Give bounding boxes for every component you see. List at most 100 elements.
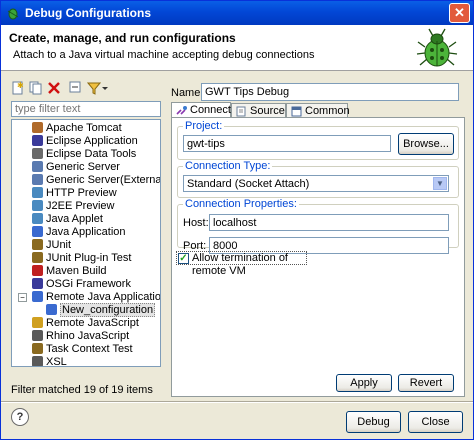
name-field[interactable]: GWT Tips Debug: [201, 83, 459, 101]
connect-tab-panel: Project: gwt-tips Browse... Connection T…: [171, 117, 465, 397]
tree-item[interactable]: HTTP Preview: [32, 187, 117, 200]
filter-status: Filter matched 19 of 19 items: [11, 384, 153, 396]
xsl-icon: [32, 356, 43, 366]
junit-plugin-icon: [32, 252, 43, 263]
dialog-header: Create, manage, and run configurations A…: [1, 25, 473, 71]
connection-properties-group: Connection Properties: Host: localhost P…: [177, 198, 459, 254]
config-icon: [46, 304, 57, 315]
allow-termination-checkbox[interactable]: ✓ Allow termination of remote VM: [176, 251, 307, 277]
tree-item[interactable]: J2EE Preview: [32, 200, 114, 213]
tree-item-label: XSL: [46, 356, 67, 367]
tree-item-label: Task Context Test: [46, 343, 133, 355]
project-group-label: Project:: [185, 120, 223, 132]
chevron-down-icon[interactable]: ▼: [433, 177, 447, 190]
duplicate-config-icon[interactable]: [29, 81, 43, 95]
host-field[interactable]: localhost: [209, 214, 449, 231]
tree-item[interactable]: Eclipse Application: [32, 135, 138, 148]
applet-icon: [32, 213, 43, 224]
tree-item-label: Eclipse Application: [46, 135, 138, 147]
apply-button[interactable]: Apply: [336, 374, 392, 392]
filter-icon[interactable]: [87, 81, 101, 95]
tree-item-label: New_configuration: [60, 303, 156, 317]
tab-connect-label: Connect: [190, 104, 231, 116]
maven-icon: [32, 265, 43, 276]
tree-item[interactable]: OSGi Framework: [32, 278, 131, 291]
tree-item-label: Apache Tomcat: [46, 122, 122, 134]
tree-item-label: OSGi Framework: [46, 278, 131, 290]
host-label: Host:: [183, 217, 209, 229]
name-label: Name:: [171, 87, 204, 99]
tree-item[interactable]: XSL: [32, 356, 67, 367]
tree-item[interactable]: Maven Build: [32, 265, 107, 278]
tree-item[interactable]: Remote JavaScript: [32, 317, 139, 330]
connection-type-label: Connection Type:: [185, 160, 271, 172]
j2ee-preview-icon: [32, 200, 43, 211]
tree-item[interactable]: Rhino JavaScript: [32, 330, 129, 343]
title-bar[interactable]: Debug Configurations ✕: [1, 1, 473, 25]
config-tree[interactable]: Apache Tomcat Eclipse Application Eclipse …: [11, 119, 161, 367]
tree-item[interactable]: Apache Tomcat: [32, 122, 122, 135]
bug-icon: [416, 28, 458, 67]
tree-item[interactable]: JUnit: [32, 239, 71, 252]
svg-text:✱: ✱: [17, 81, 24, 90]
close-button[interactable]: Close: [408, 411, 463, 433]
osgi-icon: [32, 278, 43, 289]
tree-item[interactable]: Task Context Test: [32, 343, 133, 356]
tab-common-label: Common: [305, 105, 350, 117]
connection-type-select[interactable]: Standard (Socket Attach) ▼: [183, 175, 449, 192]
rhino-icon: [32, 330, 43, 341]
tree-item-label: JUnit: [46, 239, 72, 251]
http-preview-icon: [32, 187, 43, 198]
tree-item-label: HTTP Preview: [46, 187, 117, 199]
revert-label: Revert: [409, 377, 443, 389]
tree-item-label: Java Applet: [46, 213, 103, 225]
tree-item-label: Java Application: [46, 226, 126, 238]
junit-icon: [32, 239, 43, 250]
debug-configurations-dialog: Debug Configurations ✕ Create, manage, a…: [0, 0, 474, 440]
server-icon: [32, 161, 43, 172]
tree-item[interactable]: Generic Server(External Launch: [32, 174, 160, 187]
close-window-button[interactable]: ✕: [449, 3, 470, 23]
filter-input[interactable]: [11, 101, 161, 117]
tree-item-label: Maven Build: [46, 265, 107, 277]
source-icon: [236, 106, 246, 117]
project-group: Project: gwt-tips Browse...: [177, 120, 459, 160]
remote-java-icon: [32, 291, 43, 302]
tree-item[interactable]: Generic Server: [32, 161, 120, 174]
collapse-all-icon[interactable]: [69, 81, 83, 95]
header-description: Attach to a Java virtual machine accepti…: [13, 49, 315, 61]
tree-item[interactable]: Java Applet: [32, 213, 103, 226]
java-app-icon: [32, 226, 43, 237]
header-title: Create, manage, and run configurations: [9, 31, 236, 45]
tab-source-label: Source: [250, 105, 285, 117]
window-title: Debug Configurations: [25, 6, 151, 20]
browse-button[interactable]: Browse...: [398, 133, 454, 155]
remote-js-icon: [32, 317, 43, 328]
tree-item-label: Generic Server: [46, 161, 120, 173]
tree-item-label: JUnit Plug-in Test: [46, 252, 132, 264]
tree-item[interactable]: JUnit Plug-in Test: [32, 252, 131, 265]
revert-button[interactable]: Revert: [398, 374, 454, 392]
checkbox-check-icon[interactable]: ✓: [178, 253, 189, 264]
delete-config-icon[interactable]: [47, 81, 61, 95]
tree-item[interactable]: New_configuration: [46, 303, 156, 317]
tomcat-icon: [32, 122, 43, 133]
collapse-toggle-icon[interactable]: −: [18, 293, 27, 302]
filter-dropdown-icon[interactable]: [101, 81, 109, 95]
tree-item[interactable]: Java Application: [32, 226, 126, 239]
debug-button[interactable]: Debug: [346, 411, 401, 433]
data-tools-icon: [32, 148, 43, 159]
tree-item-label: J2EE Preview: [46, 200, 115, 212]
eclipse-icon: [32, 135, 43, 146]
project-field[interactable]: gwt-tips: [183, 135, 391, 152]
help-icon[interactable]: ?: [11, 408, 29, 426]
tree-item[interactable]: Eclipse Data Tools: [32, 148, 136, 161]
new-config-icon[interactable]: ✱: [11, 81, 25, 95]
tree-item-label: Remote JavaScript: [46, 317, 139, 329]
debug-icon: [7, 8, 19, 20]
config-toolbar: ✱: [9, 79, 159, 99]
common-icon: [291, 106, 302, 117]
task-test-icon: [32, 343, 43, 354]
connection-type-group: Connection Type: Standard (Socket Attach…: [177, 160, 459, 198]
tree-item-label: Eclipse Data Tools: [46, 148, 137, 160]
